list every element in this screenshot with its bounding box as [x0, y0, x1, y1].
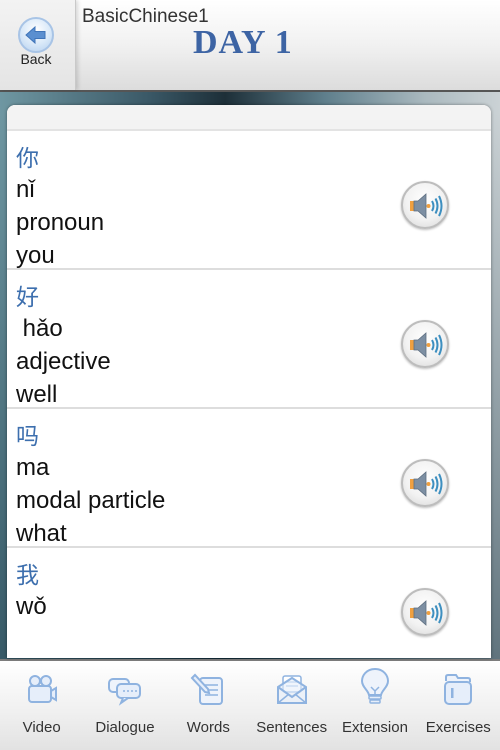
word-hanzi: 吗 [16, 423, 39, 449]
word-meaning: what [16, 520, 67, 547]
chat-bubbles-icon [107, 678, 141, 706]
back-button[interactable]: Back [0, 0, 76, 90]
tab-exercises[interactable]: Exercises [417, 661, 500, 750]
word-hanzi: 你 [16, 145, 39, 171]
top-header: Back BasicChinese1 DAY 1 [0, 0, 500, 92]
page-title: DAY 1 [193, 24, 293, 61]
speaker-icon [410, 332, 443, 358]
speaker-icon [410, 471, 443, 497]
tab-label: Dialogue [95, 719, 155, 736]
tab-extension[interactable]: Extension [333, 661, 416, 750]
play-audio-button[interactable] [401, 320, 449, 368]
tab-label: Sentences [256, 719, 328, 736]
envelope-icon [276, 675, 307, 704]
word-hanzi: 好 [16, 284, 39, 310]
video-camera-icon [27, 675, 57, 703]
play-audio-button[interactable] [401, 459, 449, 507]
speaker-icon [410, 600, 443, 626]
speaker-icon [410, 193, 443, 219]
play-audio-button[interactable] [401, 588, 449, 636]
tab-label: Words [186, 719, 230, 736]
lightbulb-icon [360, 667, 389, 704]
word-row: 好 hǎo adjective well [7, 270, 491, 409]
word-row: 吗 ma modal particle what [7, 409, 491, 548]
play-audio-button[interactable] [401, 181, 449, 229]
tab-sentences[interactable]: Sentences [250, 661, 333, 750]
notepad-pencil-icon [190, 673, 224, 705]
tab-label: Exercises [425, 719, 491, 736]
tab-dialogue[interactable]: Dialogue [83, 661, 166, 750]
back-arrow-icon [18, 17, 54, 53]
tab-words[interactable]: Words [167, 661, 250, 750]
tab-label: Video [22, 719, 61, 736]
word-row: 我 wǒ [7, 548, 491, 658]
folder-icon [444, 674, 473, 705]
tab-label: Extension [342, 719, 408, 736]
word-meaning: well [16, 381, 58, 408]
bottom-tab-bar: Video Dialogue Words Sentences Extension… [0, 659, 500, 750]
app-title: BasicChinese1 [82, 6, 209, 27]
word-meaning: you [16, 242, 55, 269]
tab-video[interactable]: Video [0, 661, 83, 750]
word-row: 你 nǐ pronoun you [7, 131, 491, 270]
word-hanzi: 我 [16, 562, 39, 588]
back-label: Back [20, 51, 52, 67]
word-list[interactable]: 你 nǐ pronoun you 好 hǎo adjective well 吗 … [7, 105, 491, 658]
list-header [7, 105, 491, 131]
